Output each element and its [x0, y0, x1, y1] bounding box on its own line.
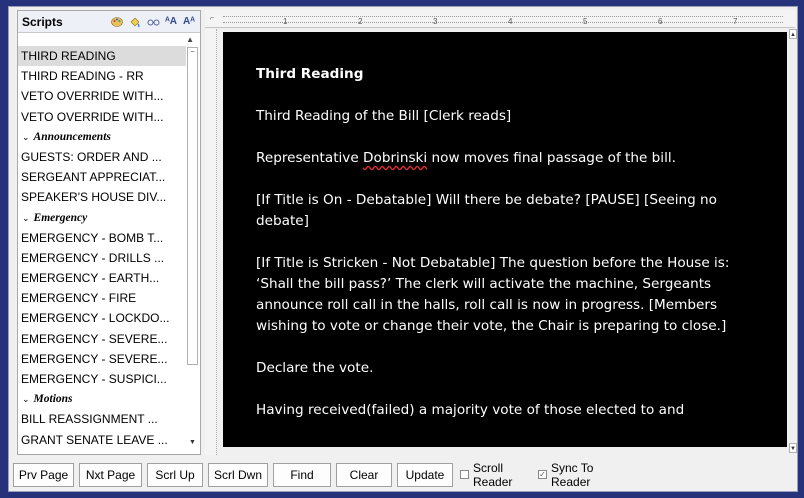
horizontal-ruler: ⌐ 1 2 3 4 5 6 7 — [205, 10, 795, 28]
ruler-number: 2 — [358, 17, 363, 26]
ruler-number: 5 — [583, 17, 588, 26]
sync-to-reader-toggle[interactable]: ✓ Sync To Reader — [538, 461, 605, 489]
ruler-track[interactable]: 1 2 3 4 5 6 7 — [223, 16, 783, 26]
sync-to-reader-label: Sync To Reader — [551, 461, 594, 489]
scrollbar-collapse-icon[interactable]: − — [189, 49, 196, 56]
script-list-item[interactable]: THIRD READING — [18, 46, 186, 67]
document-paragraph: Third Reading of the Bill [Clerk reads] — [256, 108, 512, 124]
ruler-number: 6 — [658, 17, 663, 26]
script-group-header[interactable]: ⌄ Emergency — [18, 208, 186, 228]
document-paragraph: Representative Dobrinski now moves final… — [256, 148, 766, 169]
document-paragraph: Having received(failed) a majority vote … — [256, 402, 685, 418]
app-window: Scripts ᴬA Aᴬ ▲ THIRD READING THIRD READI… — [8, 6, 798, 492]
scrollbar-thumb[interactable]: − — [187, 47, 198, 365]
scroll-reader-checkbox[interactable] — [460, 470, 469, 479]
script-list-item[interactable]: EMERGENCY - BOMB T... — [18, 228, 186, 248]
tab-stop-icon[interactable]: ⌐ — [205, 10, 219, 28]
misspelled-word[interactable]: Dobrinski — [363, 150, 427, 166]
find-button[interactable]: Find — [273, 463, 331, 487]
document-heading: Third Reading — [256, 66, 364, 82]
glasses-icon[interactable] — [146, 15, 160, 29]
scripts-header: Scripts ᴬA Aᴬ — [18, 11, 200, 33]
clear-button[interactable]: Clear — [336, 463, 392, 487]
sync-to-reader-checkbox[interactable]: ✓ — [538, 470, 547, 479]
scroll-up-button[interactable]: Scrl Up — [147, 463, 203, 487]
font-increase-icon[interactable]: ᴬA — [164, 15, 178, 29]
document-scrollbar[interactable]: ▲ ▼ — [789, 29, 797, 455]
vertical-ruler — [205, 29, 217, 455]
list-scroll-up-arrow[interactable]: ▲ — [18, 33, 200, 45]
paint-bucket-icon[interactable] — [128, 15, 142, 29]
ruler-number: 4 — [508, 17, 513, 26]
document-text: Representative — [256, 150, 364, 166]
palette-icon[interactable] — [110, 15, 124, 29]
scroll-down-arrow-icon[interactable]: ▼ — [789, 443, 797, 453]
scroll-down-button[interactable]: Scrl Dwn — [208, 463, 268, 487]
script-list-item[interactable]: EMERGENCY - DRILLS ... — [18, 248, 186, 268]
script-list-item[interactable]: THIRD READING - RR — [18, 66, 186, 86]
script-list-item[interactable]: GUESTS: ORDER AND ... — [18, 147, 186, 167]
scroll-up-arrow-icon[interactable]: ▲ — [789, 29, 797, 39]
scroll-down-arrow-icon[interactable]: ▼ — [188, 438, 197, 447]
script-list-item[interactable]: VETO OVERRIDE WITH... — [18, 86, 186, 106]
script-list: THIRD READING THIRD READING - RR VETO OVER… — [18, 46, 186, 450]
document-paragraph: [If Title is Stricken - Not Debatable] T… — [256, 255, 730, 334]
script-list-scrollbar[interactable]: − ▼ — [187, 47, 198, 449]
update-button[interactable]: Update — [397, 463, 453, 487]
scroll-reader-label: Scroll Reader — [473, 461, 513, 489]
script-list-item[interactable]: GRANT SENATE LEAVE ... — [18, 430, 186, 450]
script-list-item[interactable]: SPEAKER'S HOUSE DIV... — [18, 187, 186, 207]
ruler-number: 3 — [433, 17, 438, 26]
scroll-reader-toggle[interactable]: Scroll Reader — [460, 461, 527, 489]
ruler-number: 1 — [283, 17, 288, 26]
next-page-button[interactable]: Nxt Page — [79, 463, 142, 487]
chevron-down-icon[interactable]: ⌄ — [22, 394, 30, 404]
document-content[interactable]: Third Reading Third Reading of the Bill … — [256, 64, 766, 442]
script-document[interactable]: Third Reading Third Reading of the Bill … — [223, 32, 787, 447]
script-group-label: Emergency — [33, 211, 88, 224]
document-paragraph: Declare the vote. — [256, 360, 374, 376]
script-list-item[interactable]: EMERGENCY - SUSPICI... — [18, 369, 186, 389]
previous-page-button[interactable]: Prv Page — [13, 463, 74, 487]
ruler-number: 7 — [733, 17, 738, 26]
script-list-item[interactable]: EMERGENCY - FIRE — [18, 288, 186, 308]
chevron-down-icon[interactable]: ⌄ — [22, 213, 30, 223]
script-list-item[interactable]: EMERGENCY - SEVERE... — [18, 329, 186, 349]
document-text: now moves final passage of the bill. — [427, 150, 676, 166]
scripts-title: Scripts — [22, 14, 63, 29]
script-group-label: Announcements — [33, 130, 111, 143]
script-group-header[interactable]: ⌄ Motions — [18, 389, 186, 409]
script-list-item[interactable]: SERGEANT APPRECIAT... — [18, 167, 186, 187]
document-paragraph: [If Title is On - Debatable] Will there … — [256, 192, 717, 229]
chevron-down-icon[interactable]: ⌄ — [22, 132, 30, 142]
script-list-item[interactable]: EMERGENCY - SEVERE... — [18, 349, 186, 369]
script-group-label: Motions — [33, 393, 73, 406]
script-group-header[interactable]: ⌄ Announcements — [18, 127, 186, 147]
script-list-item[interactable]: EMERGENCY - EARTH... — [18, 268, 186, 288]
script-list-item[interactable]: VETO OVERRIDE WITH... — [18, 107, 186, 127]
font-decrease-icon[interactable]: Aᴬ — [182, 15, 196, 29]
script-list-item[interactable]: EMERGENCY - LOCKDO... — [18, 308, 186, 328]
scripts-panel: Scripts ᴬA Aᴬ ▲ THIRD READING THIRD READI… — [17, 10, 201, 455]
script-list-item[interactable]: BILL REASSIGNMENT ... — [18, 409, 186, 429]
bottom-toolbar: Prv Page Nxt Page Scrl Up Scrl Dwn Find … — [9, 457, 797, 491]
